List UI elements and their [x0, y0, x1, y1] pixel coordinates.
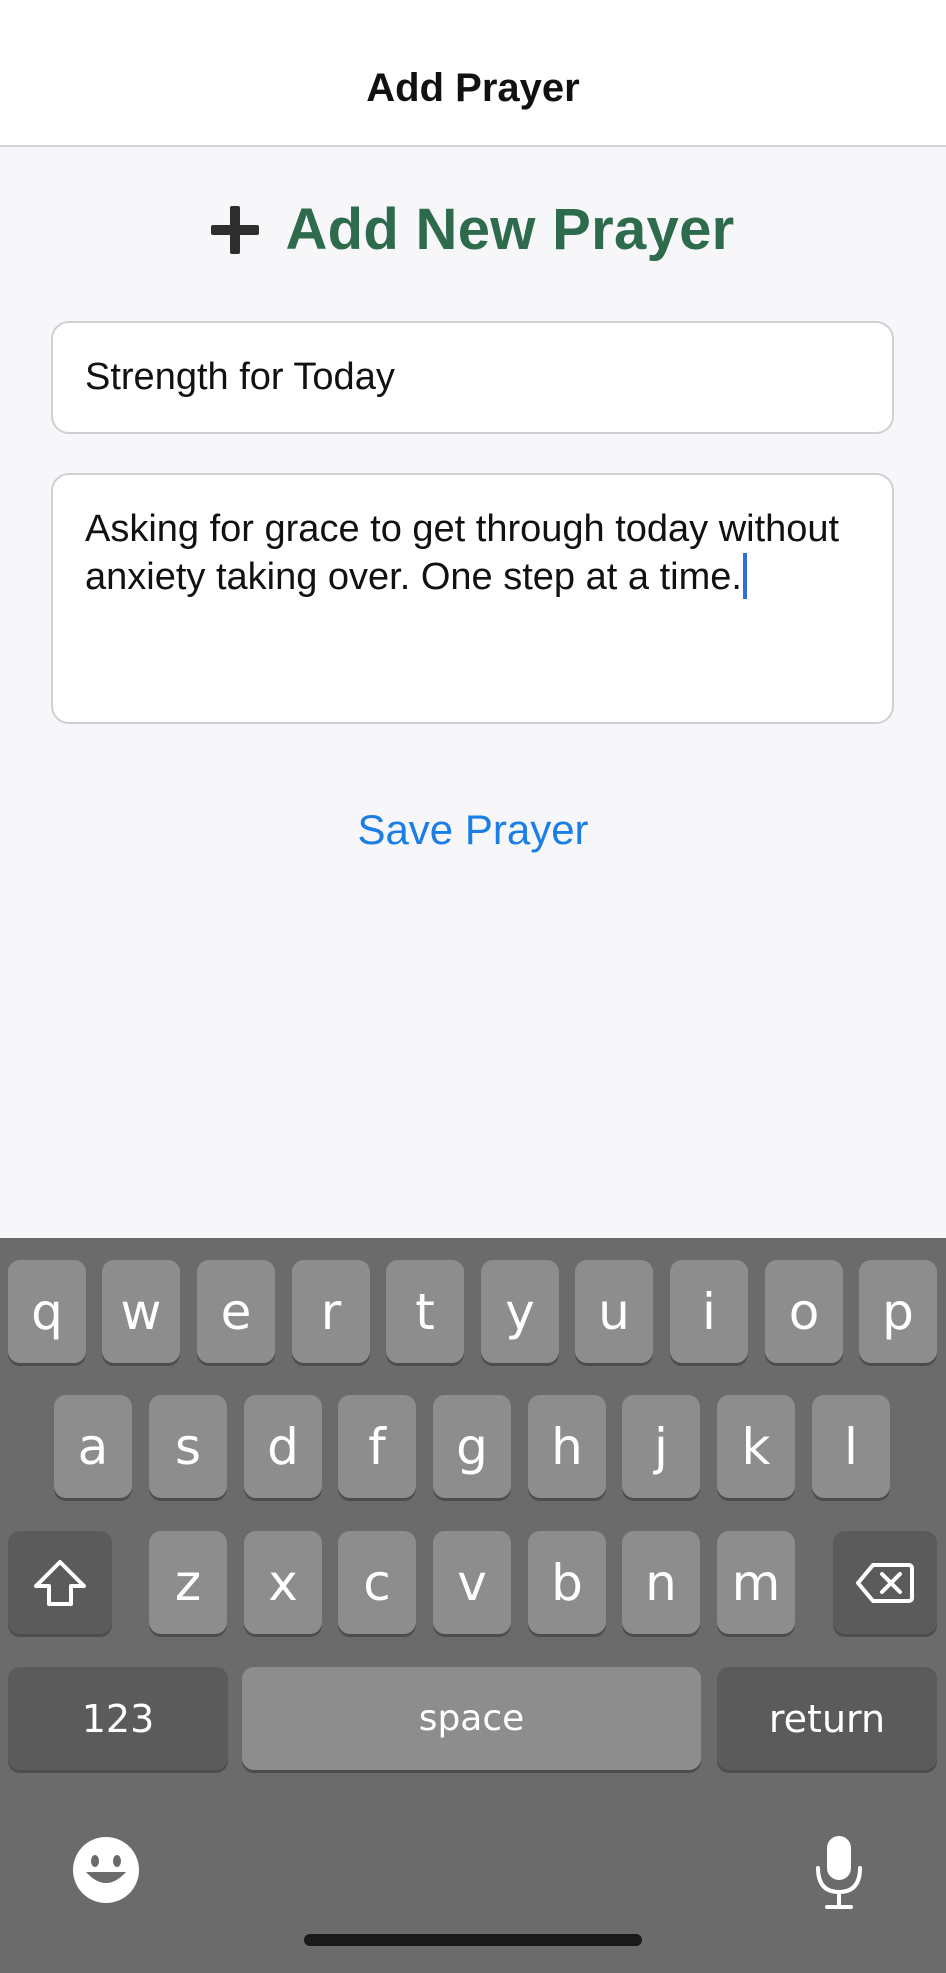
key-d[interactable]: d [244, 1395, 322, 1498]
key-o[interactable]: o [765, 1260, 843, 1363]
key-m[interactable]: m [717, 1531, 795, 1634]
prayer-title-value: Strength for Today [85, 356, 395, 398]
key-h[interactable]: h [528, 1395, 606, 1498]
backspace-icon [856, 1562, 914, 1603]
key-x[interactable]: x [244, 1531, 322, 1634]
shift-key[interactable] [8, 1531, 112, 1634]
backspace-key[interactable] [833, 1531, 937, 1634]
emoji-icon[interactable] [72, 1836, 140, 1904]
key-k[interactable]: k [717, 1395, 795, 1498]
key-w[interactable]: w [102, 1260, 180, 1363]
numbers-key[interactable]: 123 [8, 1667, 228, 1770]
key-n[interactable]: n [622, 1531, 700, 1634]
key-z[interactable]: z [149, 1531, 227, 1634]
key-e[interactable]: e [197, 1260, 275, 1363]
key-t[interactable]: t [386, 1260, 464, 1363]
text-cursor [742, 553, 747, 599]
key-r[interactable]: r [292, 1260, 370, 1363]
key-y[interactable]: y [481, 1260, 559, 1363]
key-u[interactable]: u [575, 1260, 653, 1363]
key-j[interactable]: j [622, 1395, 700, 1498]
key-g[interactable]: g [433, 1395, 511, 1498]
navigation-bar: Add Prayer [0, 0, 946, 147]
microphone-icon[interactable] [812, 1834, 866, 1910]
save-prayer-button[interactable]: Save Prayer [0, 806, 946, 854]
key-f[interactable]: f [338, 1395, 416, 1498]
key-s[interactable]: s [149, 1395, 227, 1498]
key-v[interactable]: v [433, 1531, 511, 1634]
prayer-title-input[interactable]: Strength for Today [51, 321, 894, 434]
key-c[interactable]: c [338, 1531, 416, 1634]
on-screen-keyboard: q w e r t y u i o p a s d f g h j k l z … [0, 1238, 946, 1973]
key-l[interactable]: l [812, 1395, 890, 1498]
shift-icon [34, 1559, 86, 1606]
home-indicator [304, 1934, 642, 1946]
section-heading: Add New Prayer [0, 196, 946, 263]
key-i[interactable]: i [670, 1260, 748, 1363]
prayer-text-value: Asking for grace to get through today wi… [85, 508, 840, 598]
key-b[interactable]: b [528, 1531, 606, 1634]
space-key[interactable]: space [242, 1667, 701, 1770]
prayer-text-area[interactable]: Asking for grace to get through today wi… [51, 473, 894, 724]
heading-title: Add New Prayer [285, 197, 735, 262]
plus-icon [211, 205, 260, 254]
key-a[interactable]: a [54, 1395, 132, 1498]
key-q[interactable]: q [8, 1260, 86, 1363]
page-title: Add Prayer [366, 66, 580, 110]
return-key[interactable]: return [717, 1667, 937, 1770]
key-p[interactable]: p [859, 1260, 937, 1363]
